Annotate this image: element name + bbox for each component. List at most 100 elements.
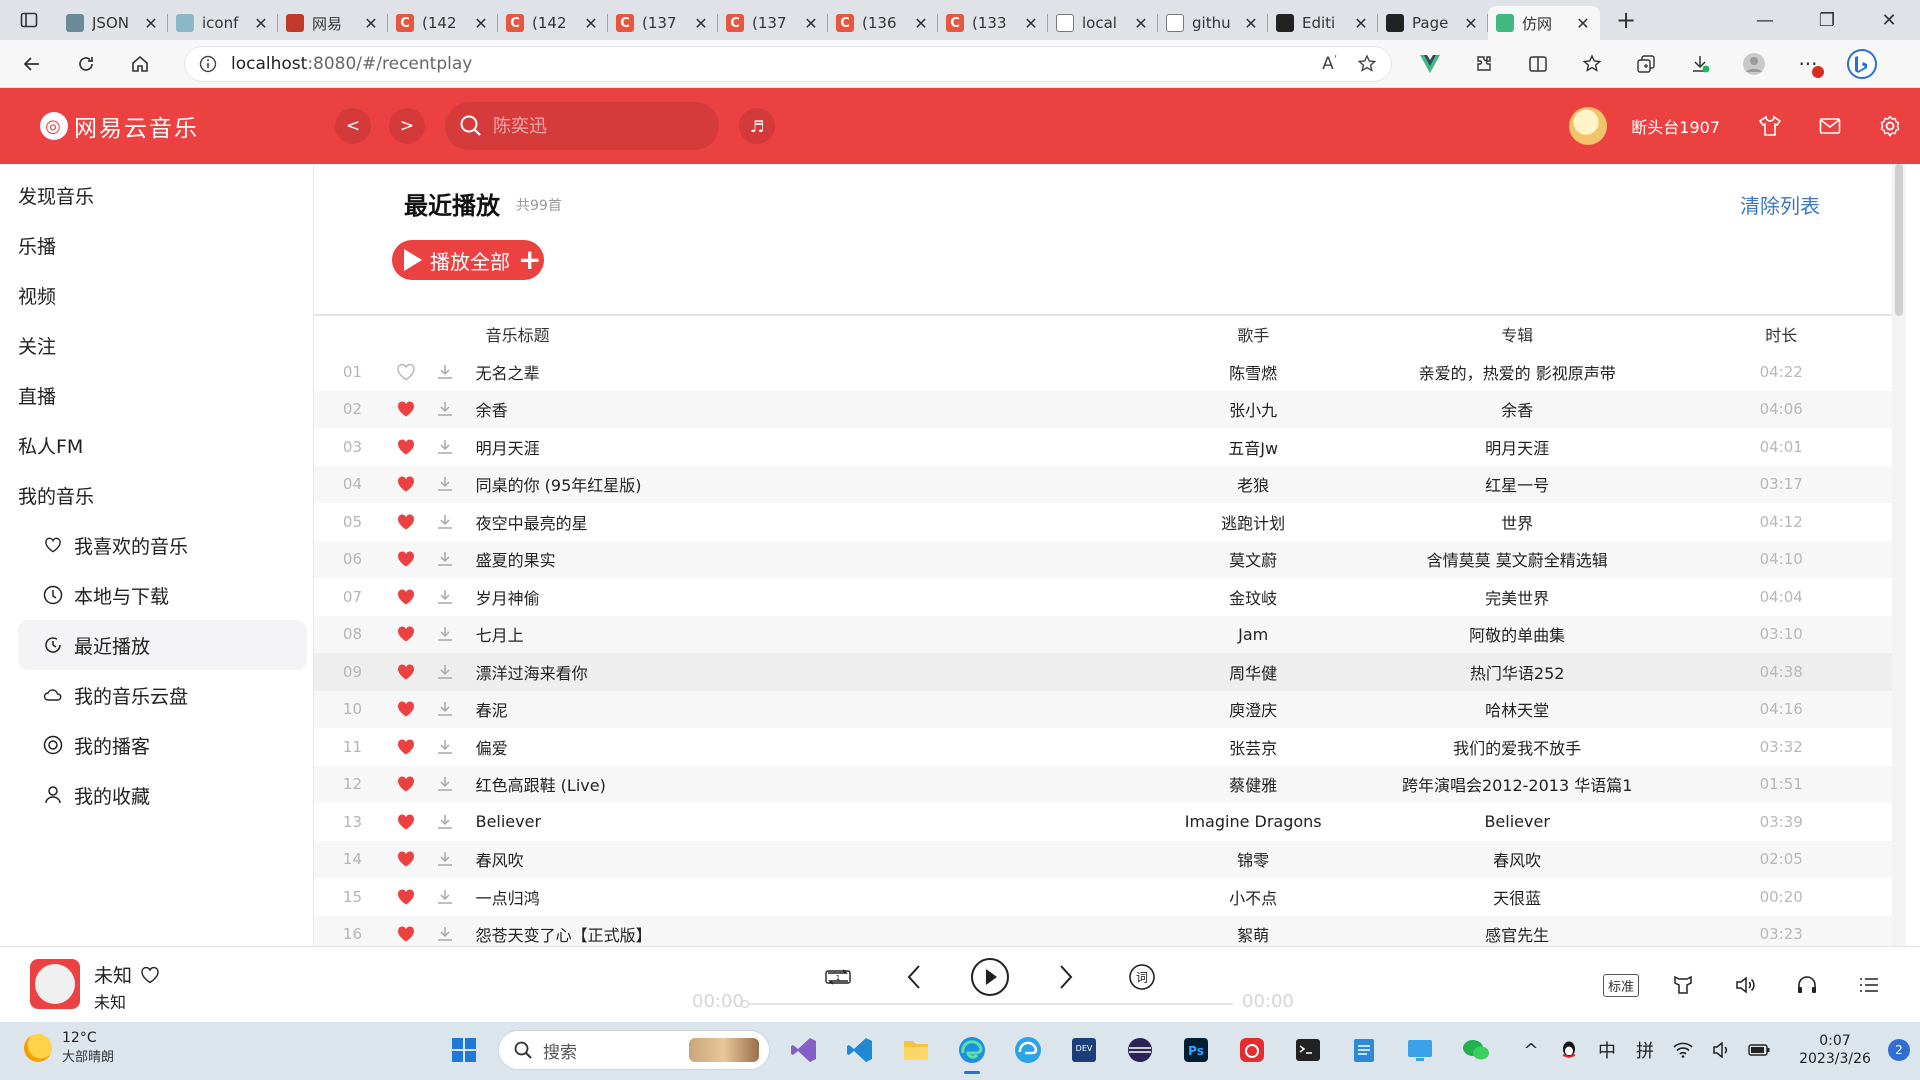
collections-icon[interactable]: [1626, 44, 1666, 84]
song-row[interactable]: 02 余香 张小九 余香 04:06: [314, 390, 1906, 428]
download-icon[interactable]: [431, 625, 460, 643]
voice-search-button[interactable]: ♬: [739, 108, 775, 144]
song-row[interactable]: 13 Believer Imagine Dragons Believer 03:39: [314, 803, 1906, 841]
song-row[interactable]: 10 春泥 庾澄庆 哈林天堂 04:16: [314, 690, 1906, 728]
sidebar-item[interactable]: 我的音乐: [0, 470, 313, 520]
progress-handle[interactable]: [741, 1000, 749, 1008]
song-row[interactable]: 08 七月上 Jam 阿敬的单曲集 03:10: [314, 615, 1906, 653]
sidebar-item[interactable]: 发现音乐: [0, 170, 313, 220]
scrollbar-thumb[interactable]: [1895, 164, 1903, 316]
browser-tab[interactable]: local ✕: [1048, 6, 1158, 40]
download-icon[interactable]: [431, 738, 460, 756]
header-artist[interactable]: 歌手: [1129, 322, 1379, 346]
tab-close-icon[interactable]: ✕: [802, 14, 820, 33]
play-all-button[interactable]: 播放全部 +: [392, 240, 544, 280]
song-row[interactable]: 03 明月天涯 五音Jw 明月天涯 04:01: [314, 428, 1906, 466]
playlist-button[interactable]: [1838, 967, 1900, 1003]
song-album[interactable]: 我们的爱我不放手: [1378, 735, 1656, 759]
song-row[interactable]: 16 怨苍天变了心【正式版】 絮萌 感官先生 03:23: [314, 915, 1906, 946]
song-row[interactable]: 15 一点归鸿 小不点 天很蓝 00:20: [314, 878, 1906, 916]
download-icon[interactable]: [431, 475, 460, 493]
netease-music-icon[interactable]: [1230, 1028, 1274, 1072]
heart-filled-icon[interactable]: [392, 663, 421, 681]
song-artist[interactable]: 絮萌: [1128, 922, 1378, 946]
photoshop-icon[interactable]: Ps: [1174, 1028, 1218, 1072]
header-album[interactable]: 专辑: [1378, 322, 1656, 346]
app-logo[interactable]: ◎ 网易云音乐: [40, 109, 199, 143]
scrollbar[interactable]: [1892, 164, 1906, 946]
sidebar-subitem[interactable]: 最近播放: [18, 620, 307, 670]
sidebar-subitem[interactable]: 我喜欢的音乐: [0, 520, 313, 570]
browser-tab[interactable]: C (136 ✕: [828, 6, 938, 40]
speaker-icon[interactable]: [1702, 1028, 1740, 1072]
qq-icon[interactable]: [1550, 1028, 1588, 1072]
song-artist[interactable]: 小不点: [1128, 885, 1378, 909]
ime-mode-1[interactable]: 中: [1588, 1028, 1626, 1072]
browser-tab[interactable]: C (133 ✕: [938, 6, 1048, 40]
tab-close-icon[interactable]: ✕: [1132, 14, 1150, 33]
new-tab-button[interactable]: +: [1606, 6, 1646, 34]
song-artist[interactable]: 锦零: [1128, 847, 1378, 871]
notepad-icon[interactable]: [1342, 1028, 1386, 1072]
heart-filled-icon[interactable]: [392, 513, 421, 531]
sidebar-item[interactable]: 私人FM: [0, 420, 313, 470]
track-artist[interactable]: 未知: [94, 989, 126, 1013]
song-row[interactable]: 04 同桌的你 (95年红星版) 老狼 红星一号 03:17: [314, 465, 1906, 503]
refresh-button[interactable]: [64, 44, 108, 84]
song-album[interactable]: 跨年演唱会2012-2013 华语篇1: [1378, 772, 1656, 796]
song-artist[interactable]: 陈雪燃: [1128, 360, 1378, 384]
wechat-icon[interactable]: [1454, 1028, 1498, 1072]
browser-tab[interactable]: C (137 ✕: [718, 6, 828, 40]
sidebar-item[interactable]: 视频: [0, 270, 313, 320]
history-back-button[interactable]: <: [335, 108, 371, 144]
devecostudio-icon[interactable]: DEV: [1062, 1028, 1106, 1072]
browser-tab[interactable]: Editi ✕: [1268, 6, 1378, 40]
sidebar-subitem[interactable]: 我的播客: [0, 720, 313, 770]
sidebar-subitem[interactable]: 本地与下载: [0, 570, 313, 620]
song-album[interactable]: Believer: [1378, 812, 1656, 831]
heart-filled-icon[interactable]: [392, 700, 421, 718]
tab-close-icon[interactable]: ✕: [252, 14, 270, 33]
download-icon[interactable]: [431, 550, 460, 568]
username[interactable]: 断头台1907: [1631, 114, 1720, 138]
song-album[interactable]: 含情莫莫 莫文蔚全精选辑: [1378, 547, 1656, 571]
battery-icon[interactable]: [1740, 1028, 1778, 1072]
browser-tab[interactable]: Page ✕: [1378, 6, 1488, 40]
tray-overflow-icon[interactable]: ^: [1512, 1028, 1550, 1072]
tab-close-icon[interactable]: ✕: [362, 14, 380, 33]
maximize-button[interactable]: ❐: [1796, 0, 1858, 40]
heart-filled-icon[interactable]: [392, 400, 421, 418]
song-row[interactable]: 09 漂洋过海来看你 周华健 热门华语252 04:38: [314, 653, 1906, 691]
eclipse-icon[interactable]: [1118, 1028, 1162, 1072]
extensions-icon[interactable]: [1464, 44, 1504, 84]
clock[interactable]: 0:07 2023/3/26: [1788, 1032, 1882, 1068]
split-screen-icon[interactable]: [1518, 44, 1558, 84]
download-icon[interactable]: [431, 775, 460, 793]
heart-filled-icon[interactable]: [392, 550, 421, 568]
add-all-icon[interactable]: +: [518, 246, 541, 274]
sidebar-item[interactable]: 直播: [0, 370, 313, 420]
song-row[interactable]: 01 无名之辈 陈雪燃 亲爱的，热爱的 影视原声带 04:22: [314, 353, 1906, 391]
notification-badge[interactable]: 2: [1888, 1039, 1910, 1061]
tab-close-icon[interactable]: ✕: [692, 14, 710, 33]
profile-icon[interactable]: [1734, 44, 1774, 84]
home-button[interactable]: [118, 44, 162, 84]
song-artist[interactable]: 张小九: [1128, 397, 1378, 421]
heart-filled-icon[interactable]: [392, 588, 421, 606]
sound-effect-button[interactable]: [1652, 967, 1714, 1003]
song-artist[interactable]: 张芸京: [1128, 735, 1378, 759]
heart-outline-icon[interactable]: [392, 363, 421, 381]
sidebar-subitem[interactable]: 我的音乐云盘: [0, 670, 313, 720]
address-bar[interactable]: localhost:8080/#/recentplay Aʼ: [184, 45, 1392, 82]
tab-close-icon[interactable]: ✕: [1462, 14, 1480, 33]
heart-filled-icon[interactable]: [392, 625, 421, 643]
bing-copilot-icon[interactable]: [1842, 44, 1882, 84]
song-artist[interactable]: 莫文蔚: [1128, 547, 1378, 571]
download-icon[interactable]: [431, 513, 460, 531]
song-album[interactable]: 世界: [1378, 510, 1656, 534]
download-icon[interactable]: [431, 813, 460, 831]
song-album[interactable]: 热门华语252: [1378, 660, 1656, 684]
sidebar-item[interactable]: 乐播: [0, 220, 313, 270]
favorites-icon[interactable]: [1572, 44, 1612, 84]
heart-filled-icon[interactable]: [392, 925, 421, 943]
